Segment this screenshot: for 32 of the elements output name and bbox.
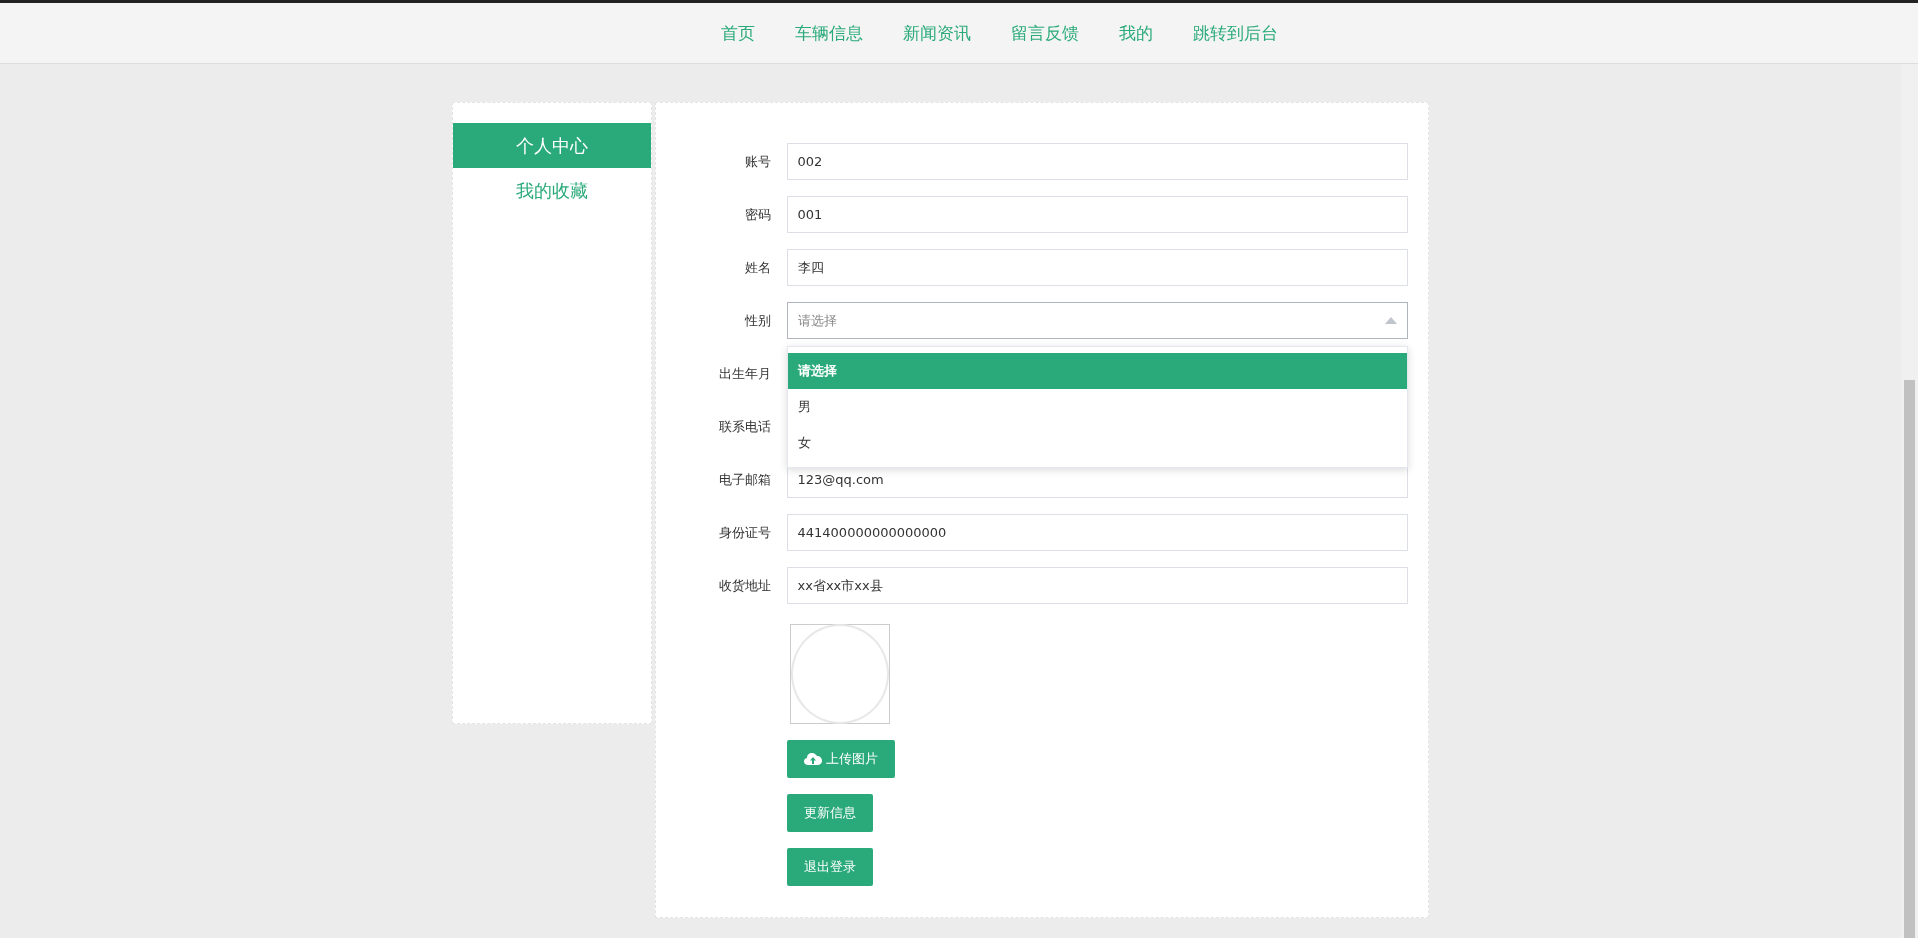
field-label: 账号	[743, 153, 772, 171]
cloud-upload-icon	[803, 752, 822, 766]
field-label: 收货地址	[717, 577, 772, 595]
field-label: 联系电话	[717, 418, 772, 436]
dropdown-option[interactable]: 请选择	[787, 353, 1407, 389]
form-button[interactable]: 更新信息	[786, 794, 873, 832]
scrollbar[interactable]	[1901, 64, 1918, 938]
field-label: 电子邮箱	[717, 471, 772, 489]
nav-link[interactable]: 我的	[1118, 21, 1153, 45]
dropdown-option[interactable]: 女	[787, 425, 1407, 461]
caret-icon	[1384, 317, 1397, 324]
field-label: 姓名	[743, 259, 772, 277]
form-button[interactable]: 退出登录	[786, 848, 873, 886]
field-label: 身份证号	[717, 524, 772, 542]
select-field[interactable]: 请选择	[786, 302, 1408, 339]
input-field[interactable]: 441400000000000000	[786, 514, 1408, 551]
nav-link[interactable]: 留言反馈	[1010, 21, 1079, 45]
input-field[interactable]: 李四	[786, 249, 1408, 286]
field-label: 出生年月	[717, 365, 772, 383]
input-field[interactable]: xx省xx市xx县	[786, 567, 1408, 604]
upload-button[interactable]: 上传图片	[786, 740, 895, 778]
nav-link[interactable]: 首页	[720, 21, 755, 45]
dropdown-option[interactable]: 男	[787, 389, 1407, 425]
sidebar-item[interactable]: 我的收藏	[452, 168, 651, 213]
field-label: 密码	[743, 206, 772, 224]
field-label: 性别	[743, 312, 772, 330]
input-field[interactable]: 002	[786, 143, 1408, 180]
sidebar-item[interactable]: 个人中心	[452, 123, 651, 168]
nav-link[interactable]: 新闻资讯	[902, 21, 971, 45]
nav-link[interactable]: 跳转到后台	[1192, 21, 1278, 45]
nav-link[interactable]: 车辆信息	[794, 21, 863, 45]
input-field[interactable]: 001	[786, 196, 1408, 233]
